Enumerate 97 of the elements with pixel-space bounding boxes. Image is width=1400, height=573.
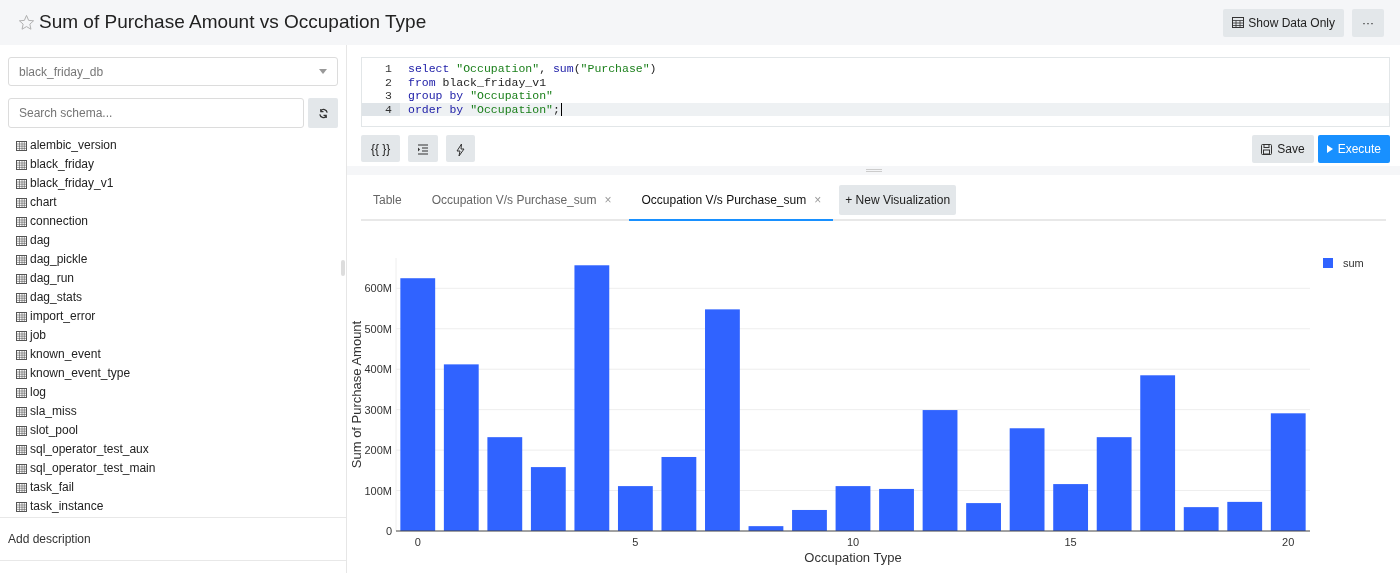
bar	[792, 509, 827, 531]
legend-label: sum	[1343, 257, 1364, 269]
bar	[1053, 484, 1089, 531]
table-item[interactable]: sql_operator_test_aux	[0, 440, 346, 459]
lightning-icon	[456, 143, 466, 156]
table-icon	[1232, 17, 1245, 28]
new-visualization-button[interactable]: + New Visualization	[839, 185, 957, 215]
x-axis-title: Occupation Type	[804, 550, 902, 565]
line-number: 3	[384, 89, 393, 103]
table-item[interactable]: dag_stats	[0, 288, 346, 307]
database-select[interactable]: black_friday_db	[8, 57, 338, 86]
table-icon	[16, 159, 27, 170]
table-item[interactable]: black_friday_v1	[0, 174, 346, 193]
y-tick-label: 100M	[364, 484, 392, 497]
tab[interactable]: Table	[361, 181, 414, 221]
x-tick-label: 20	[1282, 536, 1295, 548]
table-icon	[16, 425, 27, 436]
indent-icon	[417, 144, 430, 156]
table-item[interactable]: black_friday	[0, 155, 346, 174]
y-tick-label: 200M	[364, 444, 392, 457]
table-item[interactable]: connection	[0, 212, 346, 231]
table-icon	[16, 178, 27, 189]
line-number: 2	[384, 75, 393, 89]
y-tick-label: 500M	[364, 322, 392, 335]
y-tick-label: 600M	[364, 282, 392, 295]
table-item[interactable]: known_event	[0, 345, 346, 364]
table-item[interactable]: chart	[0, 193, 346, 212]
play-icon	[1326, 145, 1333, 153]
format-button[interactable]	[408, 135, 439, 162]
x-tick-label: 0	[414, 536, 421, 548]
table-icon	[16, 406, 27, 417]
save-button[interactable]: Save	[1252, 135, 1314, 163]
table-icon	[16, 197, 27, 208]
table-item[interactable]: dag	[0, 231, 346, 250]
y-tick-label: 400M	[364, 363, 392, 376]
tab[interactable]: Occupation V/s Purchase_sum ×	[629, 181, 834, 221]
line-number: 4	[362, 102, 400, 116]
table-item[interactable]: task_fail	[0, 478, 346, 497]
line-number: 1	[384, 62, 393, 76]
bar	[1227, 501, 1263, 531]
refresh-button[interactable]	[308, 98, 338, 128]
template-button[interactable]: {{ }}	[361, 135, 401, 162]
x-tick-label: 10	[846, 536, 860, 548]
bar	[835, 486, 871, 531]
y-tick-label: 300M	[364, 403, 392, 416]
table-icon	[16, 482, 27, 493]
table-icon	[16, 140, 27, 151]
table-icon	[16, 387, 27, 398]
table-icon	[16, 349, 27, 360]
add-description-link[interactable]: Add description	[0, 517, 346, 561]
bar	[748, 526, 784, 531]
bar	[879, 488, 914, 531]
bar	[617, 486, 653, 531]
bar	[1183, 507, 1219, 531]
table-item[interactable]: import_error	[0, 307, 346, 326]
autocomplete-button[interactable]	[446, 135, 476, 162]
code-line: order by "Occupation";	[407, 102, 563, 116]
code-line: from black_friday_v1	[407, 75, 548, 89]
show-data-button[interactable]: Show Data Only	[1223, 8, 1344, 37]
star-icon[interactable]	[18, 14, 35, 31]
table-icon	[16, 368, 27, 379]
table-item[interactable]: alembic_version	[0, 136, 346, 155]
bar	[530, 467, 566, 531]
table-item[interactable]: slot_pool	[0, 421, 346, 440]
table-icon	[16, 311, 27, 322]
more-button[interactable]: ···	[1352, 8, 1384, 37]
x-tick-label: 5	[632, 536, 639, 548]
bar	[966, 503, 1001, 531]
table-item[interactable]: task_instance	[0, 497, 346, 516]
save-icon	[1261, 143, 1273, 155]
x-tick-label: 15	[1064, 536, 1077, 548]
table-icon	[16, 330, 27, 341]
caret-icon	[319, 69, 327, 74]
refresh-icon	[317, 108, 329, 120]
table-icon	[16, 444, 27, 455]
sql-editor[interactable]: 1 select "Occupation", sum("Purchase") 2 from black_friday_v1 3 group by "Occupation" 4 order by "Occupation";	[361, 57, 1390, 127]
table-item[interactable]: dag_pickle	[0, 250, 346, 269]
table-icon	[16, 292, 27, 303]
table-item[interactable]: job	[0, 326, 346, 345]
table-icon	[16, 254, 27, 265]
table-item[interactable]: log	[0, 383, 346, 402]
table-icon	[16, 273, 27, 284]
table-item[interactable]: dag_run	[0, 269, 346, 288]
table-item[interactable]: sql_operator_test_main	[0, 459, 346, 478]
y-tick-label: 0	[385, 525, 392, 537]
code-line: select "Occupation", sum("Purchase")	[407, 62, 658, 76]
code-line: group by "Occupation"	[407, 89, 554, 103]
table-icon	[16, 235, 27, 246]
y-axis-title: Sum of Purchase Amount	[349, 320, 364, 469]
table-item[interactable]: sla_miss	[0, 402, 346, 421]
table-icon	[16, 463, 27, 474]
tab[interactable]: Occupation V/s Purchase_sum ×	[419, 181, 624, 221]
search-field[interactable]: Search schema...	[8, 98, 304, 128]
table-icon	[16, 216, 27, 227]
table-icon	[16, 501, 27, 512]
dashboard-title: Sum of Purchase Amount vs Occupation Type	[39, 11, 427, 34]
table-item[interactable]: known_event_type	[0, 364, 346, 383]
